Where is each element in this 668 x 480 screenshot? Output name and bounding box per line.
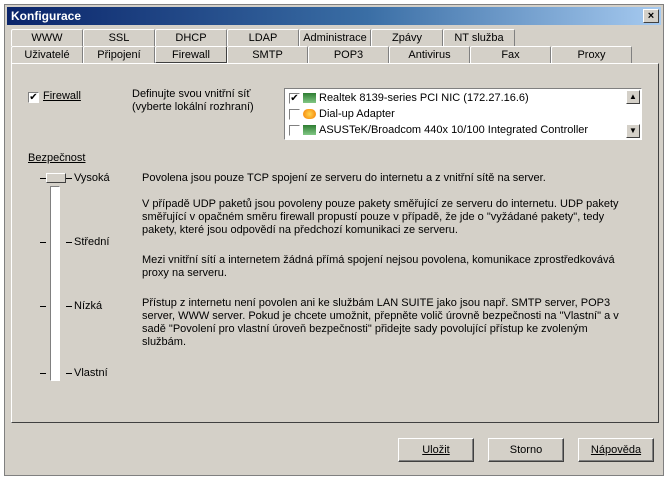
level-medium: Střední [74, 236, 110, 248]
cancel-button[interactable]: Storno [488, 438, 564, 462]
security-slider-thumb[interactable] [46, 173, 66, 183]
help-button[interactable]: Nápověda [578, 438, 654, 462]
tab-zpravy[interactable]: Zpávy [371, 29, 443, 46]
slider-tick [66, 373, 72, 374]
level-custom: Vlastní [74, 367, 108, 379]
dialup-icon [303, 109, 316, 120]
interface-checkbox[interactable] [289, 108, 300, 120]
tab-nt-service[interactable]: NT služba [443, 29, 515, 46]
tab-firewall[interactable]: Firewall [155, 46, 227, 63]
list-item[interactable]: Dial-up Adapter [289, 107, 395, 121]
title-bar[interactable]: Konfigurace × [7, 7, 661, 25]
tab-www[interactable]: WWW [11, 29, 83, 46]
firewall-checkbox[interactable]: ✔ [28, 92, 39, 103]
internal-network-description: Definujte svou vnitřní síť (vyberte loká… [132, 88, 254, 113]
save-label: Uložit [422, 444, 450, 456]
slider-tick [66, 306, 72, 307]
tab-users[interactable]: Uživatelé [11, 46, 83, 63]
nic-icon [303, 93, 316, 104]
security-description-1: Povolena jsou pouze TCP spojení ze serve… [142, 172, 546, 184]
interface-list[interactable]: ✔ Realtek 8139-series PCI NIC (172.27.16.… [284, 88, 642, 140]
security-description-3: Mezi vnitřní sítí a internetem žádná pří… [142, 254, 615, 279]
security-description-2: V případě UDP paketů jsou povoleny pouze… [142, 198, 619, 236]
tab-ldap[interactable]: LDAP [227, 29, 299, 46]
slider-tick [40, 306, 46, 307]
slider-tick [40, 242, 46, 243]
interface-label: ASUSTeK/Broadcom 440x 10/100 Integrated … [319, 124, 589, 136]
slider-tick [40, 373, 46, 374]
tab-pop3[interactable]: POP3 [308, 46, 389, 63]
interface-checkbox[interactable]: ✔ [289, 92, 300, 104]
scroll-down-icon[interactable]: ▼ [626, 124, 640, 138]
nic-icon [303, 125, 316, 136]
tab-antivirus[interactable]: Antivirus [389, 46, 470, 63]
tab-ssl[interactable]: SSL [83, 29, 155, 46]
slider-tick [66, 178, 72, 179]
list-item[interactable]: ASUSTeK/Broadcom 440x 10/100 Integrated … [289, 123, 588, 137]
help-label: Nápověda [590, 444, 642, 456]
slider-tick [66, 242, 72, 243]
interface-label: Realtek 8139-series PCI NIC (172.27.16.6… [319, 92, 529, 104]
tab-administrace[interactable]: Administrace [299, 29, 371, 46]
tab-fax[interactable]: Fax [470, 46, 551, 63]
interface-checkbox[interactable] [289, 124, 300, 136]
tab-row-front: Uživatelé Připojení Firewall SMTP POP3 A… [11, 46, 632, 63]
list-item[interactable]: ✔ Realtek 8139-series PCI NIC (172.27.16.… [289, 91, 529, 105]
level-high: Vysoká [74, 172, 110, 184]
tab-dhcp[interactable]: DHCP [155, 29, 227, 46]
security-slider-track[interactable] [50, 186, 60, 381]
firewall-label: Firewall [43, 90, 81, 102]
tab-proxy[interactable]: Proxy [551, 46, 632, 63]
tab-row-back: WWW SSL DHCP LDAP Administrace Zpávy NT … [11, 29, 515, 46]
interface-label: Dial-up Adapter [319, 108, 395, 120]
scroll-up-icon[interactable]: ▲ [626, 90, 640, 104]
window-title: Konfigurace [11, 9, 82, 23]
tab-smtp[interactable]: SMTP [227, 46, 308, 63]
level-low: Nízká [74, 300, 103, 312]
tab-connection[interactable]: Připojení [83, 46, 155, 63]
security-label: Bezpečnost [28, 152, 86, 164]
close-icon[interactable]: × [643, 9, 659, 23]
security-description-4: Přístup z internetu není povolen ani ke … [142, 297, 619, 348]
save-button[interactable]: Uložit [398, 438, 474, 462]
